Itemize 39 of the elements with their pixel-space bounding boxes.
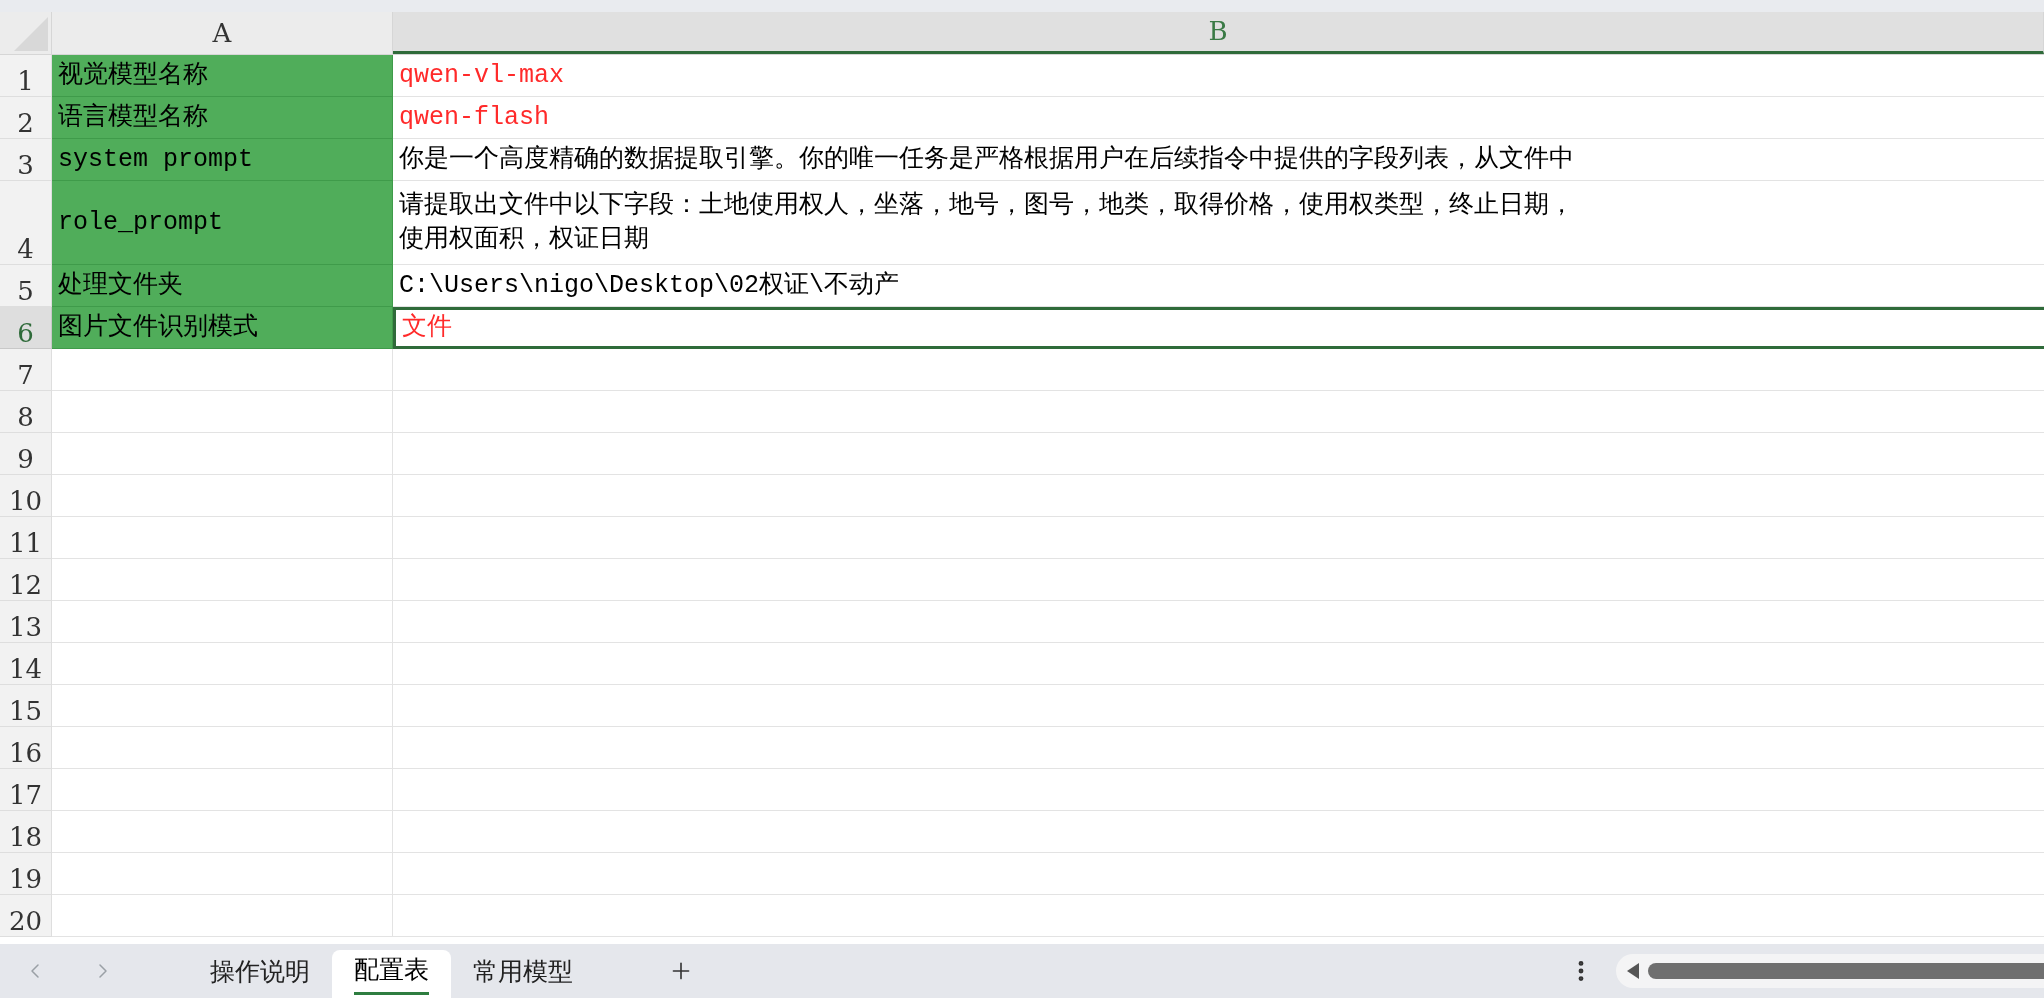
scroll-left-icon[interactable] <box>1626 962 1640 980</box>
scrollbar-thumb[interactable] <box>1648 963 2044 979</box>
row-header[interactable]: 10 <box>0 475 52 517</box>
row-header[interactable]: 1 <box>0 55 52 97</box>
row-header[interactable]: 19 <box>0 853 52 895</box>
table-cell[interactable]: 你是一个高度精确的数据提取引擎。你的唯一任务是严格根据用户在后续指令中提供的字段列表，从文件中 <box>393 139 2044 181</box>
sheet-tab[interactable]: 常用模型 <box>451 950 595 998</box>
row-header[interactable]: 18 <box>0 811 52 853</box>
table-cell: 语言模型名称 <box>52 97 393 139</box>
row-header[interactable]: 11 <box>0 517 52 559</box>
table-cell: 图片文件识别模式 <box>52 307 393 349</box>
horizontal-scrollbar[interactable] <box>1616 954 2044 988</box>
row-header[interactable]: 14 <box>0 643 52 685</box>
table-cell[interactable]: 文件 <box>393 307 2044 349</box>
row-header[interactable]: 15 <box>0 685 52 727</box>
row-header[interactable]: 6 <box>0 307 52 349</box>
table-cell: role_prompt <box>52 181 393 265</box>
row-header[interactable]: 20 <box>0 895 52 937</box>
row-header[interactable]: 9 <box>0 433 52 475</box>
row-header[interactable]: 12 <box>0 559 52 601</box>
row-header[interactable]: 3 <box>0 139 52 181</box>
row-header[interactable]: 13 <box>0 601 52 643</box>
table-cell: system prompt <box>52 139 393 181</box>
table-cell: 视觉模型名称 <box>52 55 393 97</box>
table-cell[interactable]: C:\Users\nigo\Desktop\02权证\不动产 <box>393 265 2044 307</box>
row-header[interactable]: 2 <box>0 97 52 139</box>
sheet-tab[interactable]: 配置表 <box>332 950 451 998</box>
column-header[interactable]: B <box>393 12 2044 54</box>
row-header[interactable]: 4 <box>0 181 52 265</box>
row-header[interactable]: 8 <box>0 391 52 433</box>
row-header[interactable]: 5 <box>0 265 52 307</box>
sheet-tab[interactable]: 操作说明 <box>188 950 332 998</box>
row-header[interactable]: 7 <box>0 349 52 391</box>
row-header[interactable]: 17 <box>0 769 52 811</box>
table-cell[interactable]: qwen-flash <box>393 97 2044 139</box>
table-cell[interactable]: 请提取出文件中以下字段：土地使用权人，坐落，地号，图号，地类，取得价格，使用权类型，终止日期， 使用权面积，权证日期 <box>393 181 2044 265</box>
table-cell: 处理文件夹 <box>52 265 393 307</box>
row-header[interactable]: 16 <box>0 727 52 769</box>
table-cell[interactable]: qwen-vl-max <box>393 55 2044 97</box>
